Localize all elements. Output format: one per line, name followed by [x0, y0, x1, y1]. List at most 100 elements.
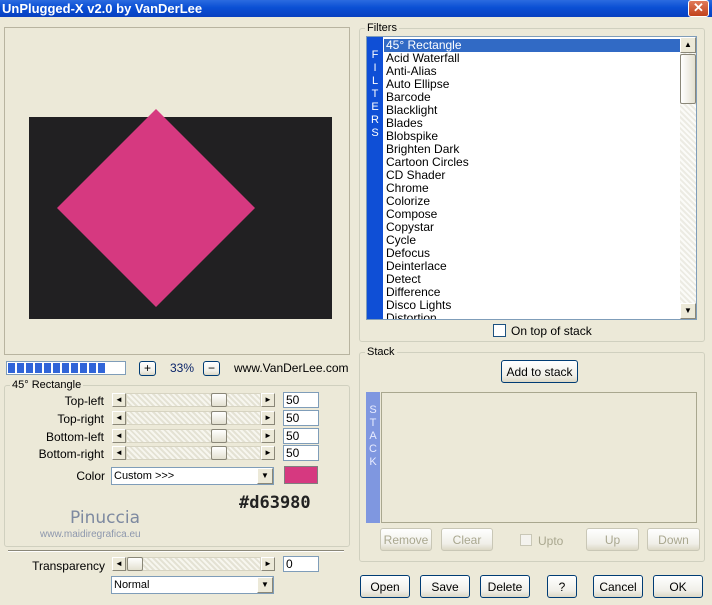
slider-thumb[interactable] — [211, 393, 227, 407]
close-icon: ✕ — [693, 0, 704, 15]
slider-label: Top-left — [64, 394, 104, 408]
slider-track[interactable] — [126, 429, 261, 443]
blend-mode-select[interactable]: Normal — [111, 576, 274, 594]
color-hex-label: #d63980 — [239, 493, 311, 513]
brand-link[interactable]: www.VanDerLee.com — [234, 361, 349, 376]
chevron-down-icon: ▼ — [261, 471, 269, 480]
color-select-dropdown[interactable]: ▼ — [257, 468, 273, 484]
left-arrow-icon: ◄ — [115, 413, 123, 422]
slider-left-arrow[interactable]: ◄ — [112, 393, 126, 407]
progress-segment — [80, 363, 87, 373]
save-button[interactable]: Save — [420, 575, 470, 598]
progress-segment — [44, 363, 51, 373]
progress-segment — [8, 363, 15, 373]
left-arrow-icon: ◄ — [115, 431, 123, 440]
left-arrow-icon: ◄ — [115, 448, 123, 457]
filters-strip-letter: R — [371, 114, 379, 126]
slider-label: Bottom-right — [38, 447, 104, 461]
progress-segment — [53, 363, 60, 373]
right-arrow-icon: ► — [264, 413, 272, 422]
preview-shape — [57, 109, 255, 307]
color-swatch[interactable] — [284, 466, 318, 484]
right-arrow-icon: ► — [264, 559, 272, 568]
slider-right-arrow[interactable]: ► — [261, 411, 275, 425]
slider-right-arrow[interactable]: ► — [261, 393, 275, 407]
on-top-label: On top of stack — [511, 324, 592, 338]
title-bar: UnPlugged-X v2.0 by VanDerLee — [0, 0, 712, 17]
slider-thumb[interactable] — [211, 446, 227, 460]
upto-label: Upto — [538, 534, 564, 548]
filter-list-item[interactable]: Distortion — [384, 312, 437, 320]
color-label: Color — [76, 469, 105, 483]
slider-thumb[interactable] — [211, 429, 227, 443]
progress-segment — [35, 363, 42, 373]
down-button[interactable]: Down — [647, 528, 700, 551]
zoom-in-button[interactable]: + — [139, 361, 156, 376]
slider-value-input[interactable]: 50 — [283, 392, 319, 408]
slider-track[interactable] — [126, 446, 261, 460]
transparency-input[interactable]: 0 — [283, 556, 319, 572]
plus-icon: + — [143, 361, 151, 375]
help-button[interactable]: ? — [547, 575, 577, 598]
progress-segment — [89, 363, 96, 373]
zoom-out-button[interactable]: − — [203, 361, 220, 376]
stack-list[interactable] — [381, 392, 697, 523]
left-arrow-icon: ◄ — [115, 395, 123, 404]
slider-label: Bottom-left — [45, 430, 104, 444]
slider-thumb[interactable] — [211, 411, 227, 425]
preview-canvas — [29, 109, 332, 319]
remove-button[interactable]: Remove — [380, 528, 432, 551]
transparency-right-arrow[interactable]: ► — [261, 557, 275, 571]
transparency-slider[interactable] — [126, 557, 261, 571]
scroll-up-button[interactable]: ▲ — [680, 37, 696, 53]
transparency-left-arrow[interactable]: ◄ — [112, 557, 126, 571]
stack-strip-letter: C — [369, 443, 377, 455]
minus-icon: − — [207, 361, 215, 375]
clear-button[interactable]: Clear — [441, 528, 493, 551]
up-arrow-icon: ▲ — [684, 40, 692, 49]
ok-button[interactable]: OK — [653, 575, 703, 598]
progress-segment — [98, 363, 105, 373]
chevron-down-icon: ▼ — [261, 580, 269, 589]
stack-strip-letter: A — [369, 430, 377, 442]
slider-right-arrow[interactable]: ► — [261, 446, 275, 460]
slider-right-arrow[interactable]: ► — [261, 429, 275, 443]
right-arrow-icon: ► — [264, 395, 272, 404]
filters-scrollbar[interactable]: ▲ ▼ — [680, 37, 696, 319]
slider-value-input[interactable]: 50 — [283, 428, 319, 444]
add-to-stack-button[interactable]: Add to stack — [501, 360, 578, 383]
upto-checkbox[interactable] — [520, 534, 532, 546]
color-select[interactable]: Custom >>> — [111, 467, 274, 485]
transparency-thumb[interactable] — [127, 557, 143, 571]
scroll-thumb[interactable] — [680, 54, 696, 104]
filter-parameters-title: 45° Rectangle — [10, 379, 84, 391]
stack-strip-letter: S — [369, 404, 377, 416]
filters-strip-letter: F — [371, 49, 379, 61]
up-button[interactable]: Up — [586, 528, 639, 551]
cancel-button[interactable]: Cancel — [593, 575, 643, 598]
slider-track[interactable] — [126, 393, 261, 407]
slider-left-arrow[interactable]: ◄ — [112, 429, 126, 443]
progress-segment — [17, 363, 24, 373]
down-arrow-icon: ▼ — [684, 306, 692, 315]
slider-track[interactable] — [126, 411, 261, 425]
filters-list[interactable]: FILTERS 45° Rectangle Acid Waterfall Anti-… — [366, 36, 697, 320]
slider-value-input[interactable]: 50 — [283, 445, 319, 461]
scroll-down-button[interactable]: ▼ — [680, 303, 696, 319]
divider — [8, 550, 344, 552]
stack-strip-letter: K — [369, 456, 377, 468]
right-arrow-icon: ► — [264, 431, 272, 440]
close-button[interactable]: ✕ — [688, 0, 709, 17]
on-top-checkbox[interactable] — [493, 324, 506, 337]
slider-value-input[interactable]: 50 — [283, 410, 319, 426]
stack-group-title: Stack — [365, 346, 397, 358]
filters-strip-letter: L — [371, 75, 379, 87]
blend-mode-dropdown[interactable]: ▼ — [257, 577, 273, 593]
slider-left-arrow[interactable]: ◄ — [112, 411, 126, 425]
slider-left-arrow[interactable]: ◄ — [112, 446, 126, 460]
open-button[interactable]: Open — [360, 575, 410, 598]
progress-bar — [6, 361, 126, 375]
blend-mode-value: Normal — [114, 579, 150, 591]
filters-strip-letter: T — [371, 88, 379, 100]
delete-button[interactable]: Delete — [480, 575, 530, 598]
